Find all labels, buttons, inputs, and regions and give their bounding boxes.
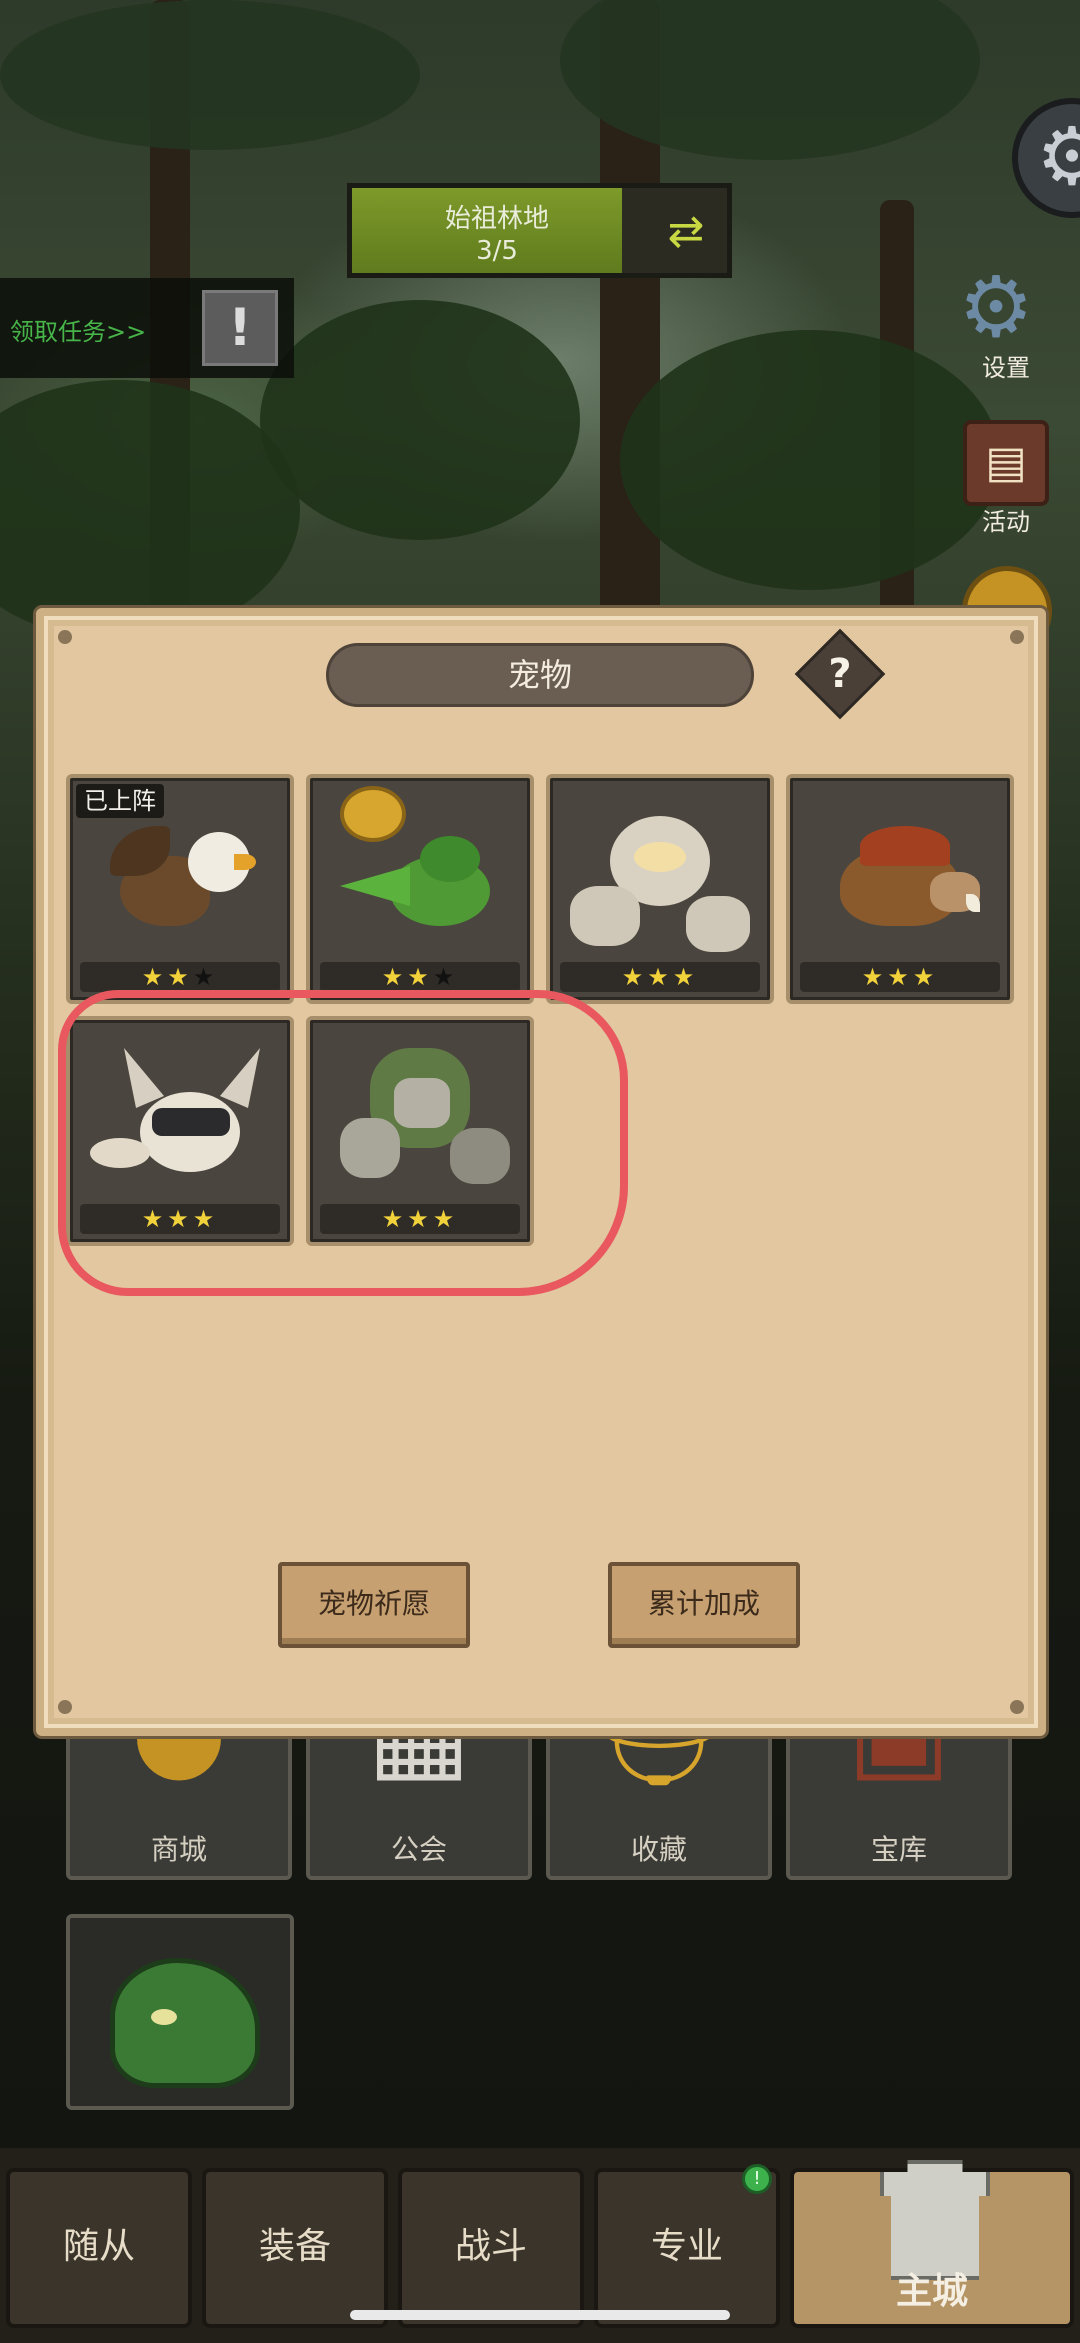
green-dragon-icon xyxy=(310,786,530,956)
notification-dot: ! xyxy=(742,2164,772,2194)
settings-gear-icon: ⚙ xyxy=(958,258,1034,356)
pet-card-griffin[interactable]: 已上阵 ★★★ xyxy=(66,774,294,1004)
menu-tile-label: 收藏 xyxy=(630,1833,687,1866)
stage-progress-text: 3/5 xyxy=(476,236,518,266)
tab-battle[interactable]: 战斗 xyxy=(398,2168,584,2328)
activity-board-icon: ▤ xyxy=(963,420,1049,506)
switch-stage-icon[interactable]: ⇄ xyxy=(659,205,713,259)
menu-tile-label: 宝库 xyxy=(870,1833,927,1866)
pet-card-stone-spirit[interactable]: ★★★ xyxy=(546,774,774,1004)
alert-icon[interactable]: ! xyxy=(202,290,278,366)
star-rating: ★★★ xyxy=(320,962,520,992)
activity-button[interactable]: ▤ 活动 xyxy=(946,420,1066,537)
pet-card-green-dragon[interactable]: ★★★ xyxy=(306,774,534,1004)
deployed-tag: 已上阵 xyxy=(76,784,164,818)
dragon-icon xyxy=(110,1958,260,2088)
main-city-label: 主城 xyxy=(895,2271,968,2312)
star-rating: ★★★ xyxy=(800,962,1000,992)
stage-name: 始祖林地 xyxy=(444,204,549,234)
cumulative-bonus-button[interactable]: 累计加成 xyxy=(608,1562,800,1648)
stage-progress-bar[interactable]: 始祖林地 3/5 ⇄ xyxy=(347,183,732,278)
tab-equipment[interactable]: 装备 xyxy=(202,2168,388,2328)
help-icon: ? xyxy=(828,651,852,697)
menu-tile-label: 公会 xyxy=(390,1833,447,1866)
highlight-annotation xyxy=(58,990,628,1296)
griffin-icon xyxy=(70,796,290,956)
claim-task-link[interactable]: 领取任务>> xyxy=(10,312,146,347)
tab-followers[interactable]: 随从 xyxy=(6,2168,192,2328)
pet-wish-button[interactable]: 宠物祈愿 xyxy=(278,1562,470,1648)
star-rating: ★★★ xyxy=(80,962,280,992)
star-rating: ★★★ xyxy=(560,962,760,992)
boar-icon xyxy=(790,796,1010,956)
menu-tile-dragon[interactable] xyxy=(66,1914,294,2110)
dialog-title: 宠物 xyxy=(326,643,754,707)
home-indicator[interactable] xyxy=(350,2310,730,2320)
pet-card-boar[interactable]: ★★★ xyxy=(786,774,1014,1004)
menu-tile-label: 商城 xyxy=(150,1833,207,1866)
activity-label: 活动 xyxy=(982,508,1030,536)
stone-spirit-icon xyxy=(550,796,770,956)
settings-button[interactable]: ⚙ 设置 xyxy=(946,262,1066,383)
